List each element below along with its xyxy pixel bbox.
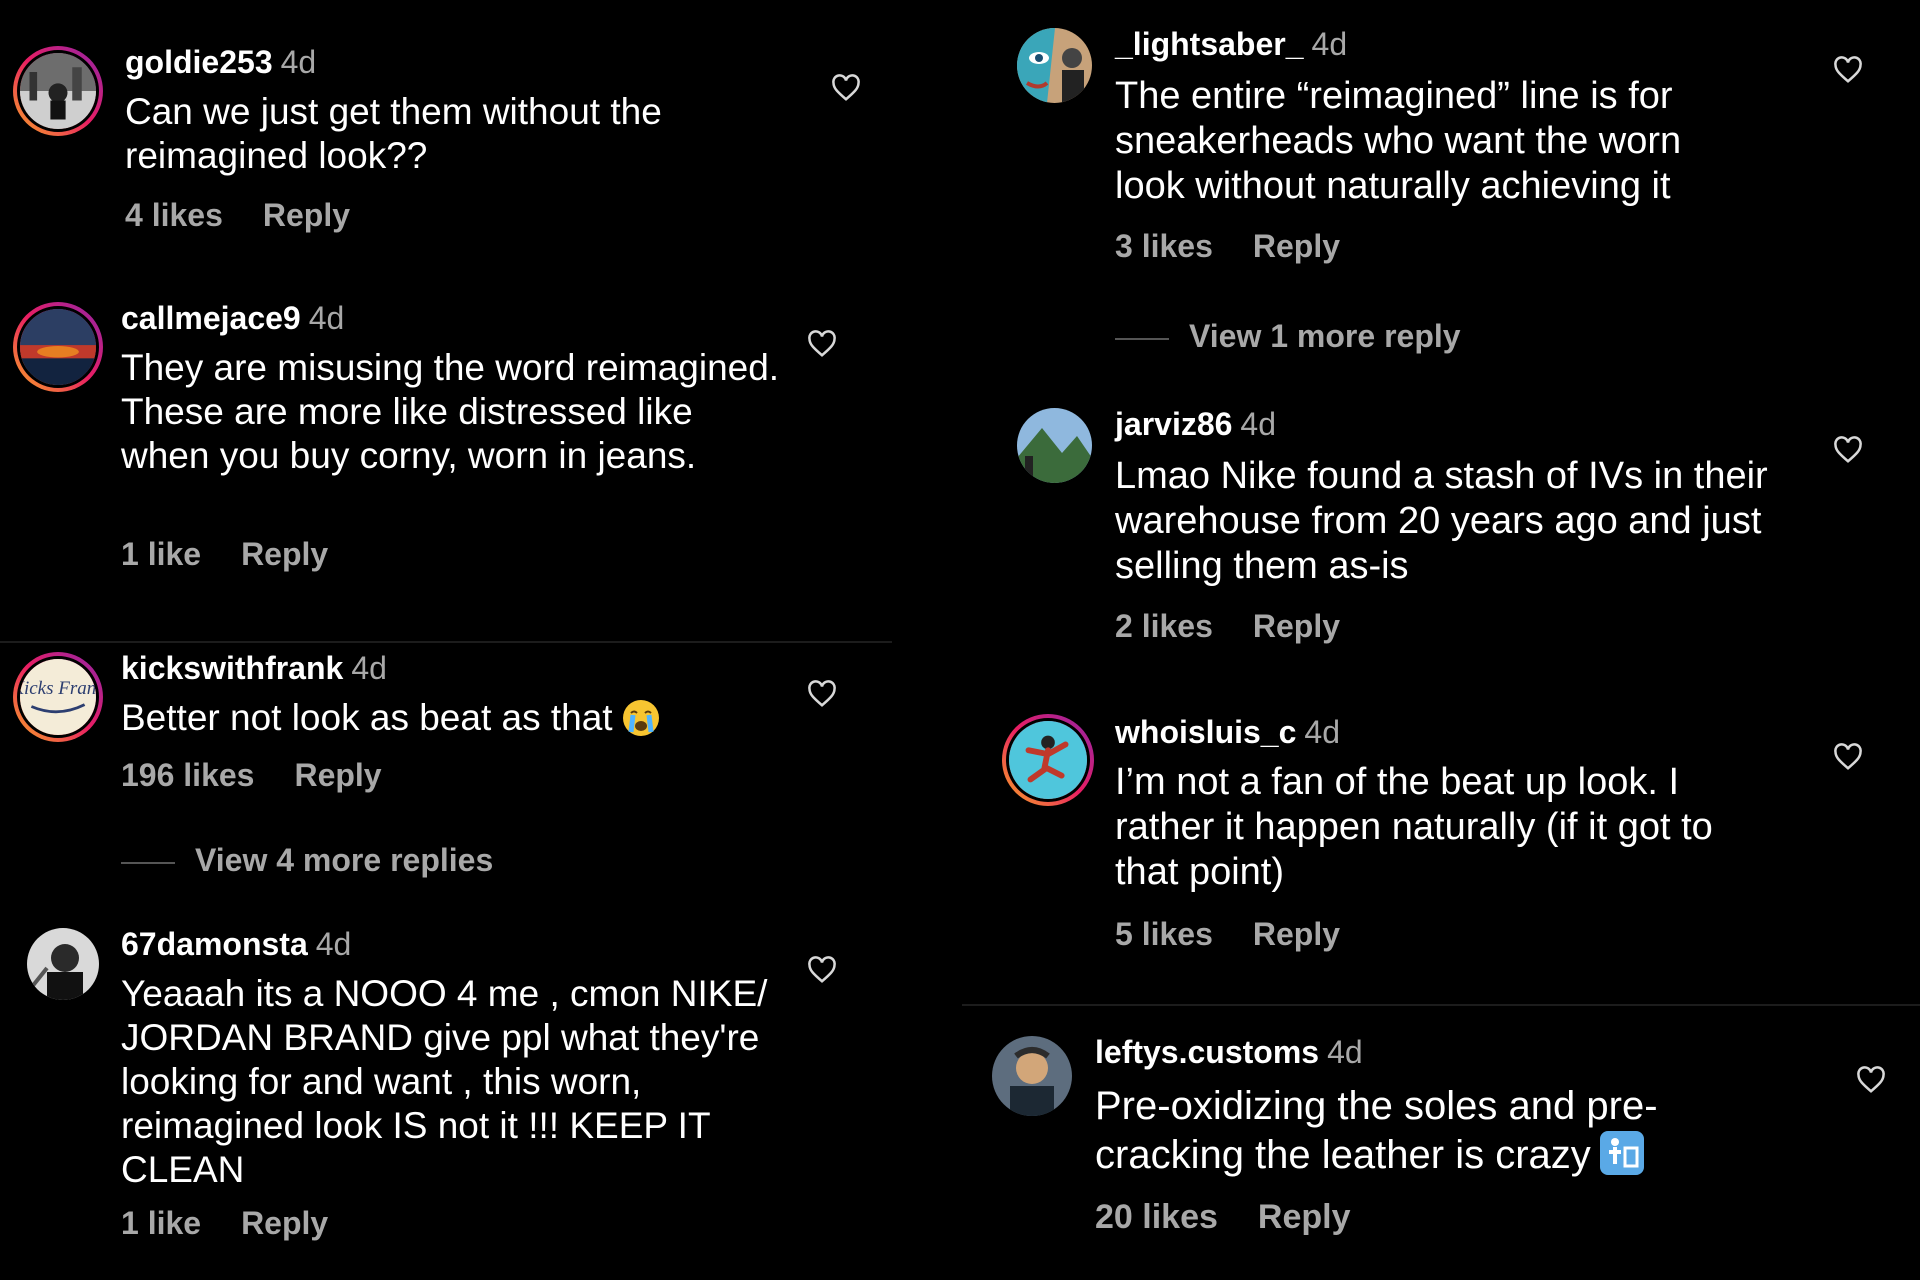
timestamp: 4d — [1240, 406, 1277, 442]
comment-text: Lmao Nike found a stash of IVs in their … — [1115, 455, 1768, 587]
view-more-replies-label: View 4 more replies — [195, 842, 494, 878]
avatar[interactable] — [1017, 28, 1092, 103]
divider-line — [121, 861, 175, 864]
comment-text-body: Better not look as beat as that — [121, 697, 613, 738]
username[interactable]: kickswithfrank — [121, 650, 343, 686]
username[interactable]: _lightsaber_ — [1115, 26, 1304, 62]
right-comments-panel: _lightsaber_ 4d The entire “reimagined” l… — [962, 0, 1920, 1280]
comment-text: Pre-oxidizing the soles and pre-cracking… — [1095, 1082, 1775, 1179]
reply-button[interactable]: Reply — [1253, 608, 1340, 644]
heart-icon[interactable] — [807, 680, 837, 708]
likes-count[interactable]: 4 likes — [125, 197, 223, 233]
avatar[interactable] — [1017, 408, 1092, 483]
column-gap — [918, 0, 962, 1280]
likes-count[interactable]: 20 likes — [1095, 1198, 1218, 1236]
comment-text-body: Pre-oxidizing the soles and pre-cracking… — [1095, 1084, 1658, 1177]
view-more-replies[interactable]: View 4 more replies — [121, 842, 493, 879]
timestamp: 4d — [315, 926, 352, 962]
divider-line — [1115, 337, 1169, 340]
reply-button[interactable]: Reply — [1253, 916, 1340, 952]
username[interactable]: goldie253 — [125, 44, 273, 80]
comment-text: The entire “reimagined” line is for snea… — [1115, 75, 1682, 207]
comment-text: Can we just get them without the reimagi… — [125, 91, 662, 176]
wastebasket-icon — [1599, 1130, 1645, 1176]
reply-button[interactable]: Reply — [241, 536, 328, 572]
username[interactable]: jarviz86 — [1115, 406, 1232, 442]
heart-icon[interactable] — [831, 74, 861, 102]
likes-count[interactable]: 2 likes — [1115, 608, 1213, 644]
timestamp: 4d — [1311, 26, 1348, 62]
timestamp: 4d — [1304, 714, 1340, 750]
reply-button[interactable]: Reply — [1253, 228, 1340, 264]
left-comments-panel: goldie253 4d Can we just get them without… — [0, 0, 918, 1280]
heart-icon[interactable] — [1833, 743, 1863, 771]
username[interactable]: whoisluis_c — [1115, 714, 1296, 750]
avatar[interactable]: Kicks Frank — [13, 652, 103, 742]
timestamp: 4d — [308, 300, 345, 336]
reply-button[interactable]: Reply — [1258, 1198, 1351, 1236]
heart-icon[interactable] — [1856, 1066, 1886, 1094]
reply-button[interactable]: Reply — [241, 1205, 328, 1241]
divider — [0, 641, 892, 643]
likes-count[interactable]: 1 like — [121, 1205, 201, 1241]
likes-count[interactable]: 5 likes — [1115, 916, 1213, 952]
timestamp: 4d — [1327, 1034, 1363, 1070]
avatar-logo-text: Kicks Frank — [20, 678, 96, 699]
avatar[interactable] — [13, 302, 103, 392]
comment-text: Better not look as beat as that — [121, 696, 781, 740]
heart-icon[interactable] — [1833, 56, 1863, 84]
heart-icon[interactable] — [807, 330, 837, 358]
likes-count[interactable]: 3 likes — [1115, 228, 1213, 264]
reply-button[interactable]: Reply — [263, 197, 350, 233]
reply-button[interactable]: Reply — [294, 757, 381, 793]
timestamp: 4d — [280, 44, 317, 80]
timestamp: 4d — [351, 650, 387, 686]
crying-face-icon — [621, 698, 661, 738]
likes-count[interactable]: 196 likes — [121, 757, 254, 793]
heart-icon[interactable] — [807, 956, 837, 984]
divider — [962, 1004, 1920, 1006]
avatar[interactable] — [1002, 714, 1094, 806]
view-more-replies-label: View 1 more reply — [1189, 318, 1461, 354]
username[interactable]: callmejace9 — [121, 300, 301, 336]
avatar[interactable] — [992, 1036, 1072, 1116]
heart-icon[interactable] — [1833, 436, 1863, 464]
comment-text: Yeaaah its a NOOO 4 me , cmon NIKE/ JORD… — [121, 973, 768, 1190]
avatar[interactable] — [27, 928, 99, 1000]
comment-text: I’m not a fan of the beat up look. I rat… — [1115, 761, 1713, 893]
username[interactable]: leftys.customs — [1095, 1034, 1319, 1070]
view-more-replies[interactable]: View 1 more reply — [1115, 318, 1461, 355]
username[interactable]: 67damonsta — [121, 926, 308, 962]
avatar[interactable] — [13, 46, 103, 136]
comment-text: They are misusing the word reimagined. T… — [121, 347, 780, 476]
likes-count[interactable]: 1 like — [121, 536, 201, 572]
